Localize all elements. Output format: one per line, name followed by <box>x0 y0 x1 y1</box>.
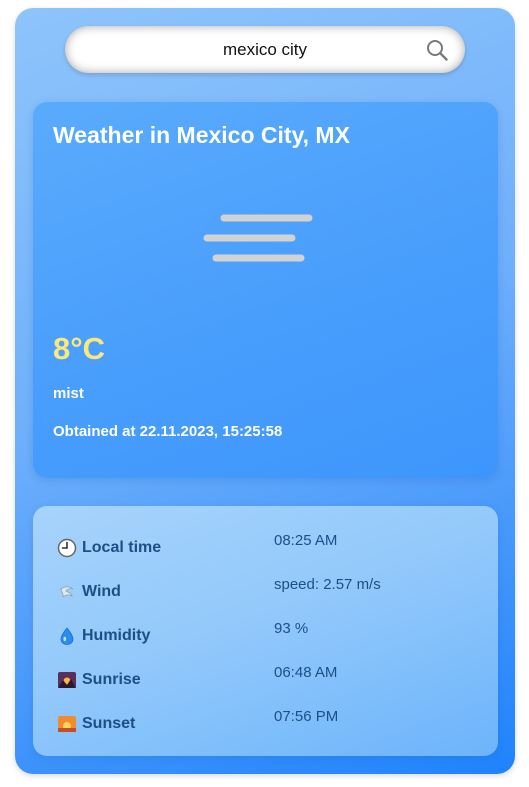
droplet-icon <box>60 627 74 645</box>
search-bar <box>65 26 465 73</box>
search-input[interactable] <box>113 38 417 61</box>
weather-description: mist <box>53 385 84 402</box>
detail-value: 07:56 PM <box>274 708 339 725</box>
detail-label: Sunrise <box>82 671 141 688</box>
detail-row-local-time: Local time 08:25 AM <box>57 532 477 558</box>
detail-label: Wind <box>82 583 121 600</box>
detail-label: Sunset <box>82 715 136 732</box>
temperature: 8°C <box>53 331 106 366</box>
detail-value: speed: 2.57 m/s <box>274 576 381 593</box>
detail-row-wind: Wind speed: 2.57 m/s <box>57 576 477 602</box>
weather-title: Weather in Mexico City, MX <box>53 122 350 148</box>
detail-row-humidity: Humidity 93 % <box>57 620 477 646</box>
current-weather-card: Weather in Mexico City, MX 8°C mist Obta… <box>33 102 498 478</box>
detail-row-sunrise: Sunrise 06:48 AM <box>57 664 477 690</box>
sunrise-icon <box>58 672 76 688</box>
obtained-timestamp: Obtained at 22.11.2023, 15:25:58 <box>53 423 283 440</box>
detail-label: Local time <box>82 539 162 556</box>
weather-details-card: Local time 08:25 AM Wind speed: 2.57 m/s… <box>33 506 498 756</box>
search-icon[interactable] <box>425 38 449 62</box>
detail-value: 06:48 AM <box>274 664 338 681</box>
wind-icon <box>60 586 74 598</box>
detail-value: 93 % <box>274 620 309 637</box>
mist-icon <box>203 214 313 262</box>
detail-row-sunset: Sunset 07:56 PM <box>57 708 477 734</box>
weather-app: Weather in Mexico City, MX 8°C mist Obta… <box>15 8 515 774</box>
detail-label: Humidity <box>82 627 151 644</box>
detail-value: 08:25 AM <box>274 532 338 549</box>
clock-icon <box>57 538 77 558</box>
sunset-icon <box>58 716 76 732</box>
